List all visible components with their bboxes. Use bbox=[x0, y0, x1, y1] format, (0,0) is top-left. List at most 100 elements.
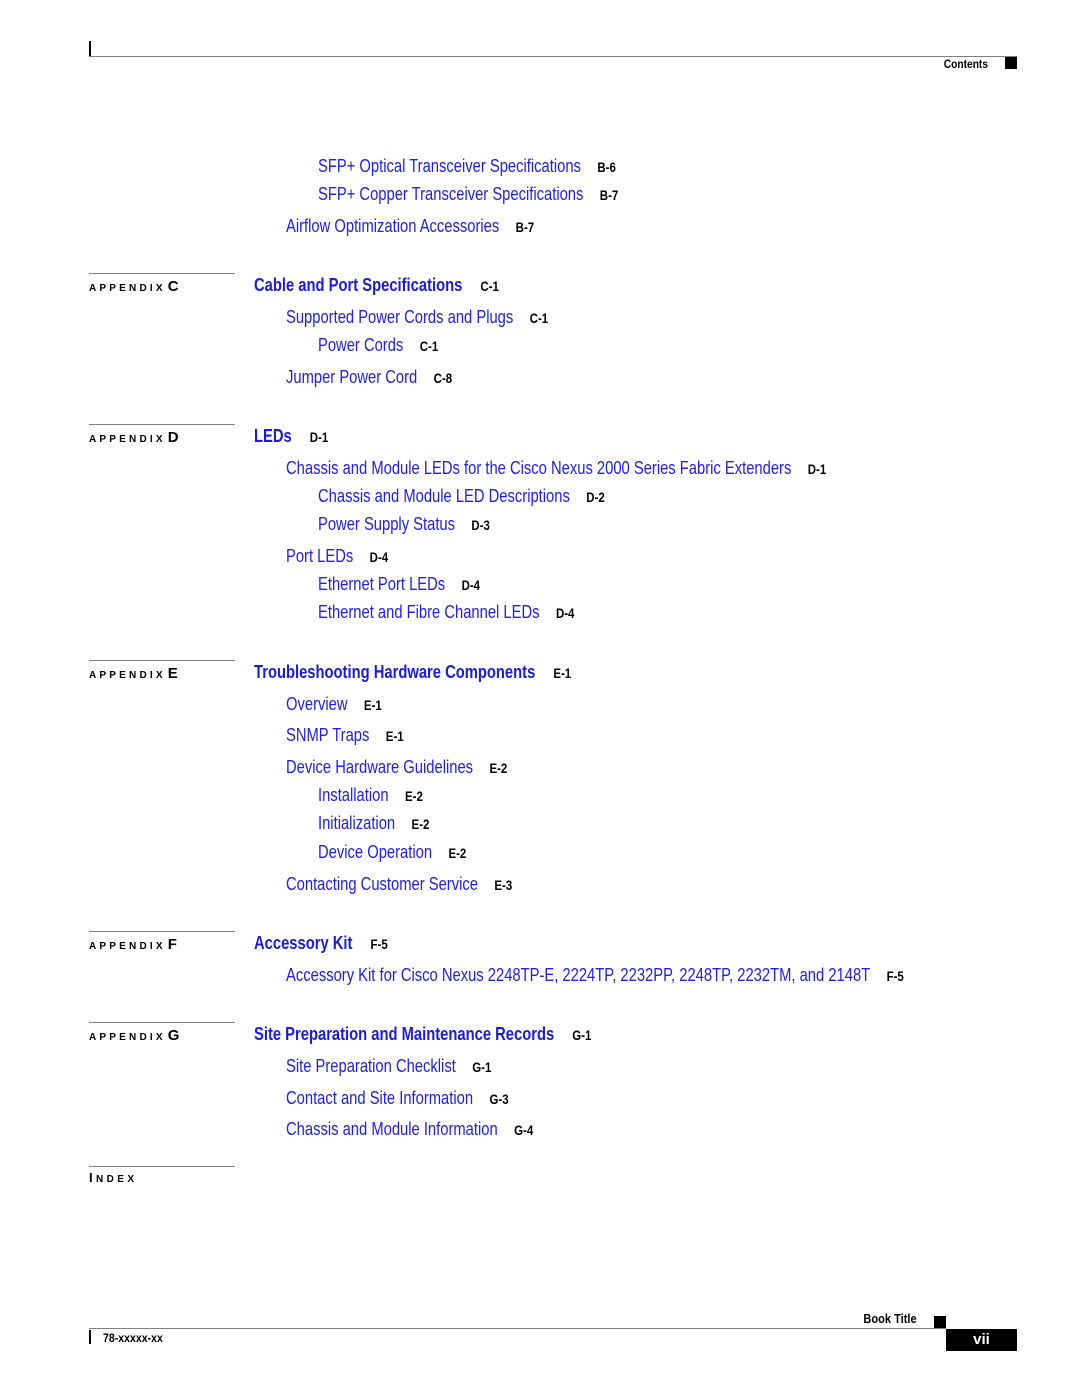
toc-entry-link[interactable]: Initialization bbox=[318, 813, 395, 833]
toc-page-number: C-1 bbox=[419, 338, 439, 354]
toc-entry-link[interactable]: SFP+ Copper Transceiver Specifications bbox=[318, 184, 583, 204]
toc-chapter[interactable]: Site Preparation and Maintenance Records… bbox=[254, 1023, 591, 1046]
toc-entry[interactable]: Chassis and Module LEDs for the Cisco Ne… bbox=[286, 457, 826, 480]
appendix-letter: C bbox=[167, 278, 179, 295]
toc-entry-link[interactable]: SNMP Traps bbox=[286, 725, 369, 745]
toc-entry[interactable]: Device Hardware Guidelines E-2 bbox=[286, 756, 507, 779]
toc-page-number: E-2 bbox=[448, 845, 467, 861]
toc-entry[interactable]: Ethernet and Fibre Channel LEDs D-4 bbox=[318, 601, 574, 624]
appendix-rule bbox=[89, 1022, 235, 1023]
appendix-prefix: APPENDIX bbox=[89, 670, 166, 681]
appendix-prefix: APPENDIX bbox=[89, 1032, 166, 1043]
toc-page-number: G-3 bbox=[489, 1091, 509, 1107]
toc-entry[interactable]: Airflow Optimization Accessories B-7 bbox=[286, 215, 534, 238]
toc-entry[interactable]: Jumper Power Cord C-8 bbox=[286, 366, 452, 389]
footer-rule bbox=[89, 1328, 946, 1329]
toc-entry[interactable]: Power Cords C-1 bbox=[318, 334, 438, 357]
toc-page-number: E-2 bbox=[404, 788, 423, 804]
appendix-rule bbox=[89, 273, 235, 274]
header-crop-mark bbox=[89, 41, 91, 57]
toc-entry-link[interactable]: Ethernet Port LEDs bbox=[318, 574, 445, 594]
toc-page-number: E-1 bbox=[363, 697, 382, 713]
toc-entry-link[interactable]: Contact and Site Information bbox=[286, 1088, 473, 1108]
appendix-rule bbox=[89, 424, 235, 425]
toc-page-number: B-6 bbox=[597, 159, 616, 175]
toc-entry[interactable]: Port LEDs D-4 bbox=[286, 545, 388, 568]
toc-entry-link[interactable]: Chassis and Module LED Descriptions bbox=[318, 486, 570, 506]
toc-entry[interactable]: SNMP Traps E-1 bbox=[286, 724, 404, 747]
toc-entry[interactable]: Site Preparation Checklist G-1 bbox=[286, 1055, 491, 1078]
toc-entry-link[interactable]: Installation bbox=[318, 785, 389, 805]
toc-entry[interactable]: Initialization E-2 bbox=[318, 812, 429, 835]
toc-entry[interactable]: Contact and Site Information G-3 bbox=[286, 1087, 509, 1110]
toc-chapter-link[interactable]: LEDs bbox=[254, 426, 292, 446]
toc-entry-link[interactable]: Accessory Kit for Cisco Nexus 2248TP-E, … bbox=[286, 965, 870, 985]
toc-entry[interactable]: Overview E-1 bbox=[286, 693, 382, 716]
toc-page-number: D-4 bbox=[369, 549, 389, 565]
toc-chapter[interactable]: Accessory Kit F-5 bbox=[254, 932, 388, 955]
header-rule bbox=[89, 56, 1017, 57]
toc-entry[interactable]: Chassis and Module LED Descriptions D-2 bbox=[318, 485, 605, 508]
appendix-label: APPENDIX G bbox=[89, 1027, 179, 1044]
toc-chapter-link[interactable]: Accessory Kit bbox=[254, 933, 352, 953]
toc-entry-link[interactable]: Chassis and Module Information bbox=[286, 1119, 498, 1139]
appendix-letter: G bbox=[167, 1027, 180, 1044]
footer-book-title: Book Title bbox=[863, 1311, 917, 1326]
toc-entry-link[interactable]: Power Supply Status bbox=[318, 514, 455, 534]
toc-entry[interactable]: Contacting Customer Service E-3 bbox=[286, 873, 512, 896]
toc-entry[interactable]: Chassis and Module Information G-4 bbox=[286, 1118, 533, 1141]
toc-chapter-link[interactable]: Site Preparation and Maintenance Records bbox=[254, 1024, 554, 1044]
toc-entry-link[interactable]: Contacting Customer Service bbox=[286, 874, 478, 894]
toc-page-number: C-1 bbox=[480, 278, 499, 294]
toc-chapter[interactable]: Troubleshooting Hardware Components E-1 bbox=[254, 661, 571, 684]
appendix-letter: E bbox=[167, 665, 178, 682]
toc-entry-link[interactable]: Ethernet and Fibre Channel LEDs bbox=[318, 602, 540, 622]
index-label-rest: NDEX bbox=[96, 1174, 138, 1185]
toc-chapter[interactable]: LEDs D-1 bbox=[254, 425, 328, 448]
toc-page-number: G-1 bbox=[572, 1027, 592, 1043]
toc-entry-link[interactable]: Jumper Power Cord bbox=[286, 367, 417, 387]
toc-page-number: D-4 bbox=[461, 577, 481, 593]
toc-entry-link[interactable]: Device Hardware Guidelines bbox=[286, 757, 473, 777]
toc-chapter-link[interactable]: Troubleshooting Hardware Components bbox=[254, 662, 535, 682]
toc-entry-link[interactable]: Supported Power Cords and Plugs bbox=[286, 307, 513, 327]
index-label[interactable]: INDEX bbox=[89, 1170, 137, 1185]
appendix-letter: F bbox=[167, 936, 177, 953]
appendix-label: APPENDIX D bbox=[89, 429, 179, 446]
toc-entry[interactable]: Power Supply Status D-3 bbox=[318, 513, 490, 536]
toc-entry-link[interactable]: Airflow Optimization Accessories bbox=[286, 216, 499, 236]
toc-page-number: D-3 bbox=[471, 517, 490, 533]
toc-page-number: E-3 bbox=[494, 877, 513, 893]
toc-entry[interactable]: SFP+ Copper Transceiver Specifications B-… bbox=[318, 183, 618, 206]
toc-entry[interactable]: Device Operation E-2 bbox=[318, 841, 466, 864]
toc-page-number: D-2 bbox=[586, 489, 605, 505]
toc-page-number: F-5 bbox=[886, 968, 904, 984]
toc-entry[interactable]: Ethernet Port LEDs D-4 bbox=[318, 573, 480, 596]
toc-chapter-link[interactable]: Cable and Port Specifications bbox=[254, 275, 462, 295]
toc-chapter[interactable]: Cable and Port Specifications C-1 bbox=[254, 274, 499, 297]
toc-page-number: D-1 bbox=[309, 429, 329, 445]
footer-crop-mark bbox=[89, 1330, 91, 1344]
footer-page-number: vii bbox=[946, 1329, 1017, 1351]
toc-entry-link[interactable]: Device Operation bbox=[318, 842, 432, 862]
appendix-prefix: APPENDIX bbox=[89, 941, 166, 952]
appendix-rule bbox=[89, 660, 235, 661]
toc-entry[interactable]: Accessory Kit for Cisco Nexus 2248TP-E, … bbox=[286, 964, 904, 987]
toc-entry-link[interactable]: Chassis and Module LEDs for the Cisco Ne… bbox=[286, 458, 791, 478]
toc-page-number: E-1 bbox=[385, 728, 404, 744]
appendix-label: APPENDIX C bbox=[89, 278, 179, 295]
toc-entry-link[interactable]: Site Preparation Checklist bbox=[286, 1056, 456, 1076]
appendix-prefix: APPENDIX bbox=[89, 434, 166, 445]
toc-entry[interactable]: Installation E-2 bbox=[318, 784, 423, 807]
toc-entry[interactable]: SFP+ Optical Transceiver Specifications B… bbox=[318, 155, 616, 178]
toc-entry-link[interactable]: SFP+ Optical Transceiver Specifications bbox=[318, 156, 581, 176]
running-header-label: Contents bbox=[943, 57, 988, 71]
appendix-label: APPENDIX E bbox=[89, 665, 178, 682]
footer-doc-number: 78-xxxxx-xx bbox=[103, 1331, 163, 1345]
toc-entry-link[interactable]: Power Cords bbox=[318, 335, 403, 355]
toc-entry-link[interactable]: Port LEDs bbox=[286, 546, 353, 566]
toc-entry-link[interactable]: Overview bbox=[286, 694, 348, 714]
toc-entry[interactable]: Supported Power Cords and Plugs C-1 bbox=[286, 306, 548, 329]
index-label-initial: I bbox=[89, 1170, 97, 1185]
toc-page-number: C-8 bbox=[433, 370, 453, 386]
